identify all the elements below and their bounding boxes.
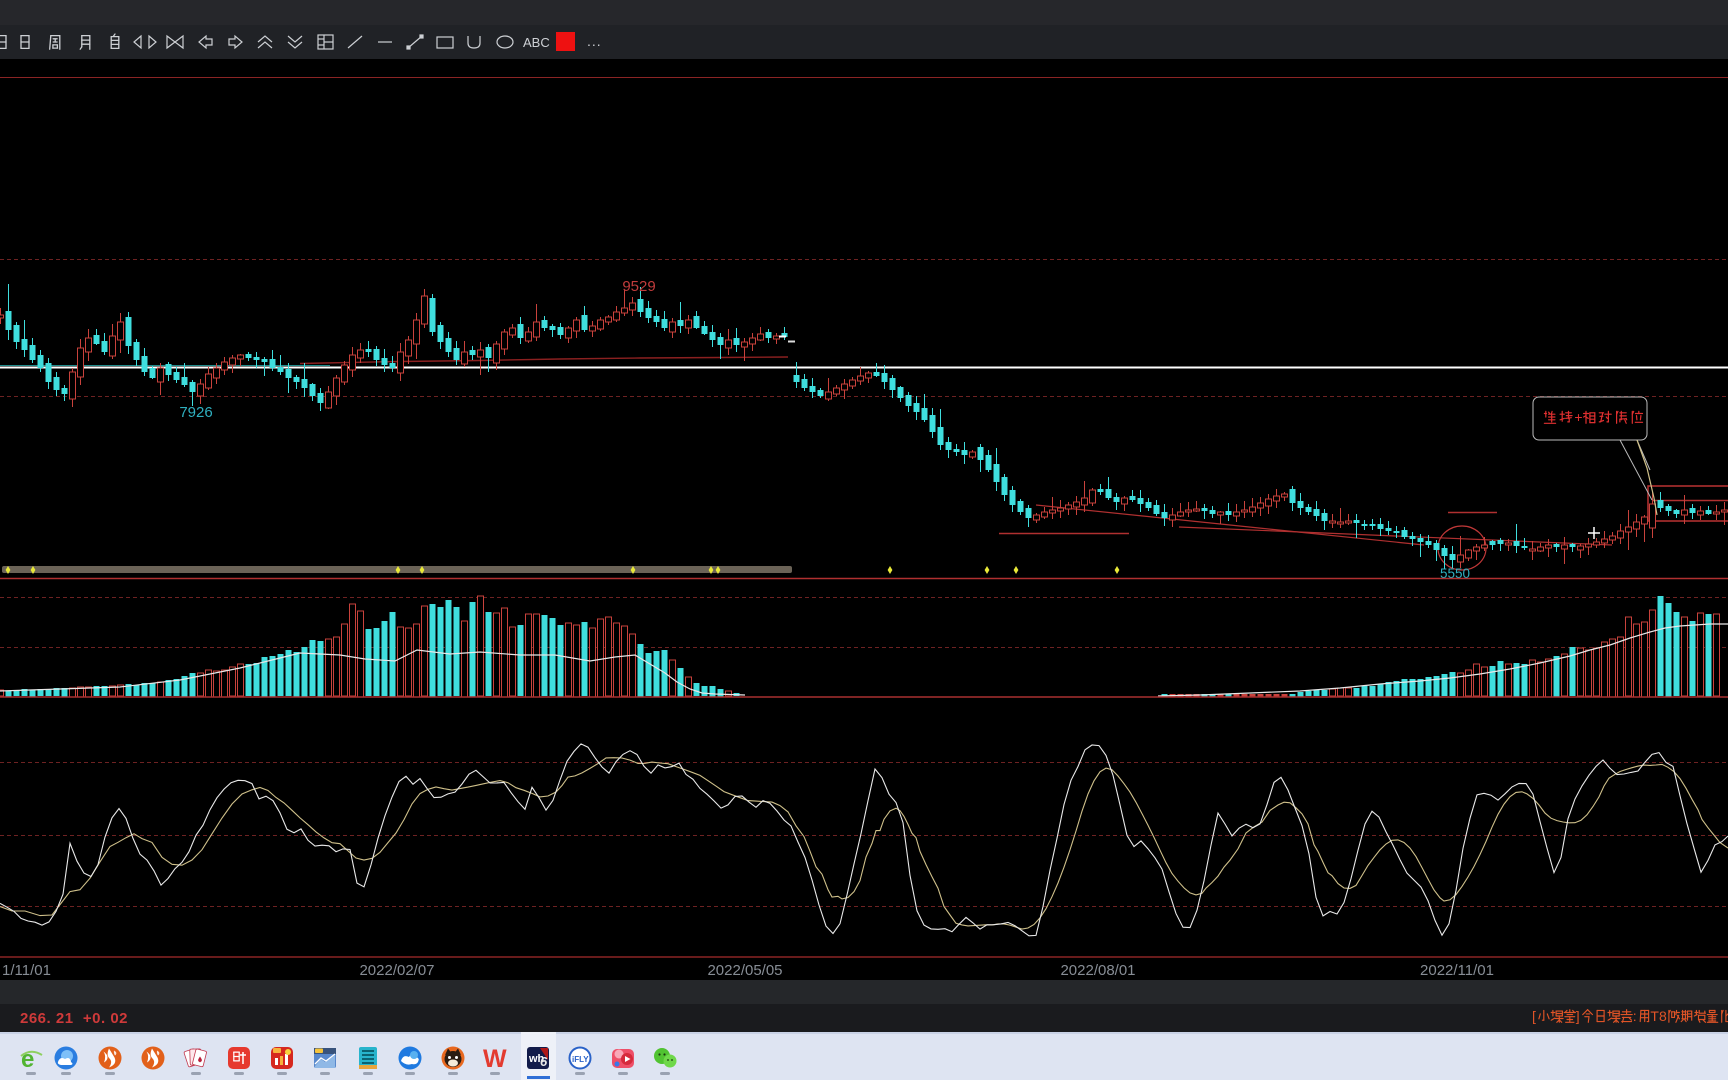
svg-text::: : <box>1633 1008 1637 1024</box>
svg-text:T8: T8 <box>1650 1008 1667 1024</box>
svg-text:7926: 7926 <box>179 404 212 421</box>
svg-text:[: [ <box>1532 1008 1536 1024</box>
svg-text:]: ] <box>1576 1008 1580 1024</box>
svg-text:e: e <box>21 1046 34 1073</box>
svg-text:2022/08/01: 2022/08/01 <box>1060 962 1135 979</box>
svg-text:W: W <box>483 1045 507 1073</box>
svg-text:266. 21 +0. 02: 266. 21 +0. 02 <box>20 1010 128 1027</box>
svg-text:2022/05/05: 2022/05/05 <box>707 962 782 979</box>
svg-text:2022/11/01: 2022/11/01 <box>1420 962 1494 979</box>
svg-text:6: 6 <box>540 1054 548 1069</box>
svg-text:ABC: ABC <box>523 35 550 50</box>
svg-text:9529: 9529 <box>622 278 655 295</box>
svg-text:iFLY: iFLY <box>572 1055 589 1064</box>
svg-text:2022/02/07: 2022/02/07 <box>359 962 434 979</box>
svg-text:...: ... <box>587 33 602 49</box>
svg-text:1/11/01: 1/11/01 <box>2 962 51 979</box>
svg-text:+: + <box>1574 409 1582 425</box>
